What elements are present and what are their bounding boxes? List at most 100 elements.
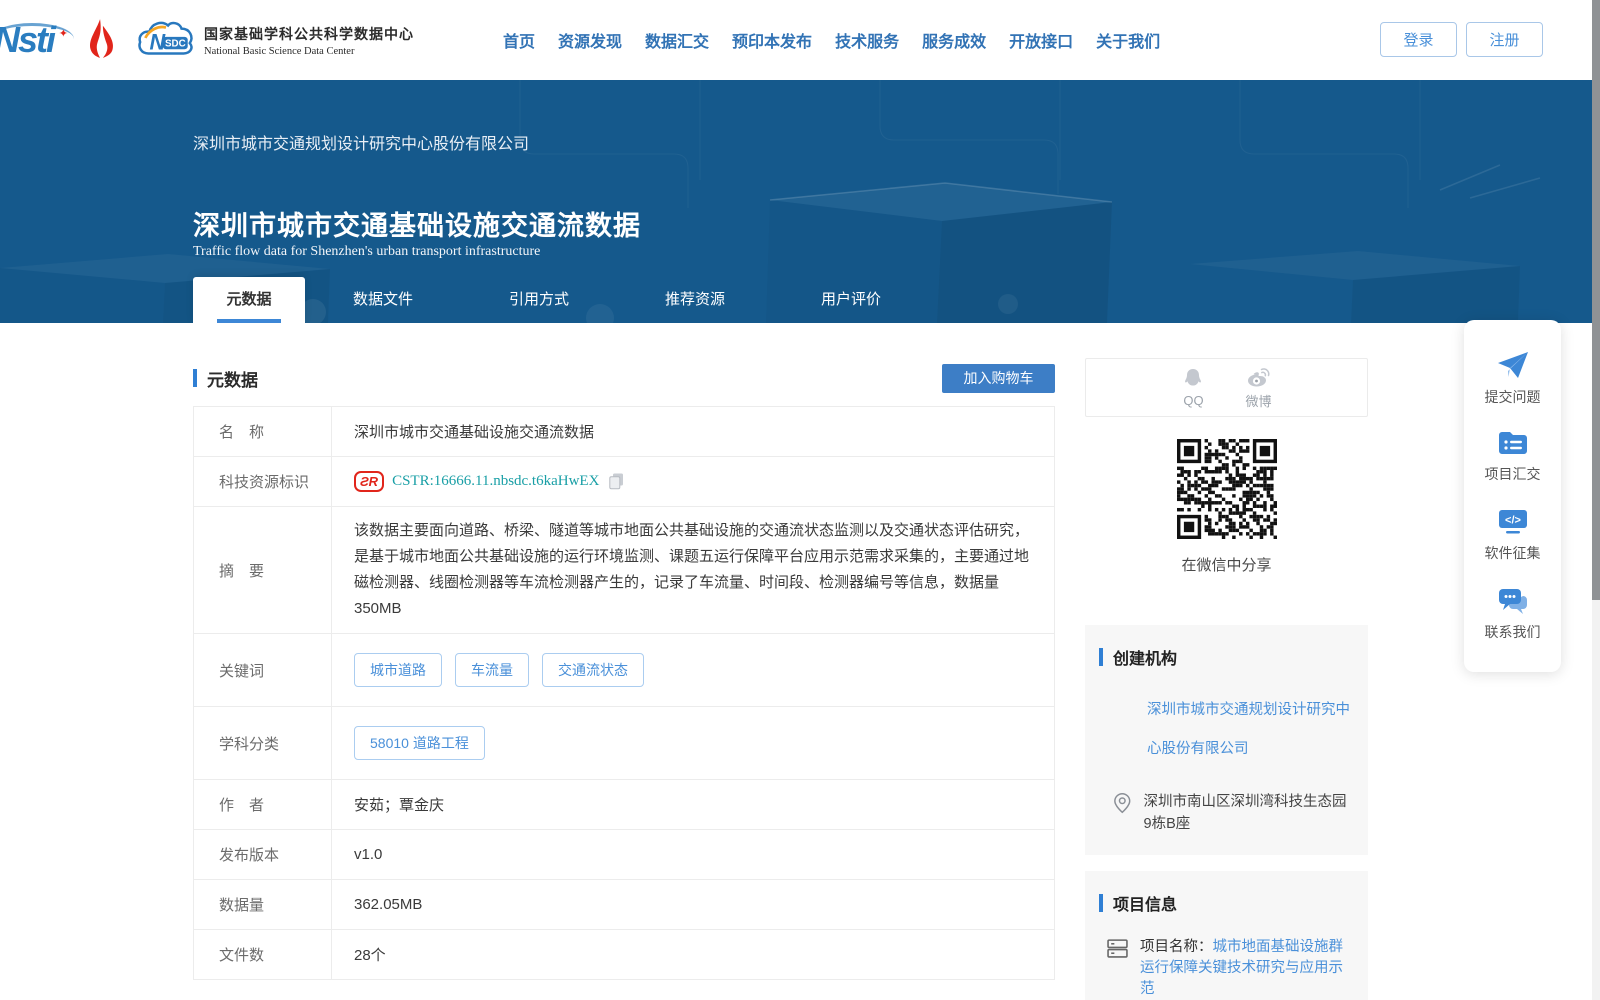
project-section-title: 项目信息 xyxy=(1099,891,1354,915)
wechat-share-tip: 在微信中分享 xyxy=(1181,557,1272,574)
code-monitor-icon: </> xyxy=(1498,510,1527,534)
table-row-author: 作 者 安茹；覃金庆 xyxy=(194,780,1054,830)
filecount-value: 28个 xyxy=(354,947,386,964)
nsdc-cloud-icon: N SDC xyxy=(138,21,193,55)
login-button[interactable]: 登录 xyxy=(1380,22,1457,57)
nsdc-logo: N SDC 国家基础学科公共科学数据中心 National Basic Scie… xyxy=(136,17,414,63)
table-row-keywords: 关键词 城市道路 车流量 交通流状态 xyxy=(194,634,1054,707)
nav-about-us[interactable]: 关于我们 xyxy=(1096,28,1160,52)
software-collection-label: 软件征集 xyxy=(1484,545,1541,561)
keyword-tag[interactable]: 车流量 xyxy=(455,653,529,687)
nsti-spark-icon: ✦ xyxy=(58,28,68,40)
creator-address: 深圳市南山区深圳湾科技生态园9栋B座 xyxy=(1143,794,1347,832)
project-submission-button[interactable]: 项目汇交 xyxy=(1485,431,1541,484)
hero-banner: 深圳市城市交通规划设计研究中心股份有限公司 深圳市城市交通基础设施交通流数据 T… xyxy=(0,80,1600,323)
nav-data-submission[interactable]: 数据汇交 xyxy=(645,28,709,52)
chat-bubbles-icon xyxy=(1498,589,1527,614)
main-content: 元数据 加入购物车 名 称 深圳市城市交通基础设施交通流数据 科技资源标识 ƧR… xyxy=(193,363,1055,1000)
project-info-box: 项目信息 项目名称：城市地面基础设施群运行保障关键技术研究与应用示范 xyxy=(1085,871,1368,1000)
dataset-title: 深圳市城市交通基础设施交通流数据 xyxy=(193,211,641,241)
row-label: 摘 要 xyxy=(194,507,332,633)
section-bar-decor xyxy=(193,369,197,387)
location-pin-icon xyxy=(1114,792,1131,814)
logo-area: Nsti ✦ N SDC 国家基础学科公共科学数据中心 National Bas… xyxy=(0,0,414,80)
table-row-cstr: 科技资源标识 ƧR CSTR:16666.11.nbsdc.t6kaHwEX xyxy=(194,457,1054,507)
cstr-identifier-link[interactable]: CSTR:16666.11.nbsdc.t6kaHwEX xyxy=(392,473,599,490)
project-name-icon xyxy=(1107,939,1128,1000)
banner-organization: 深圳市城市交通规划设计研究中心股份有限公司 xyxy=(193,136,530,153)
nav-resource-discovery[interactable]: 资源发现 xyxy=(558,28,622,52)
nav-open-api[interactable]: 开放接口 xyxy=(1009,28,1073,52)
tab-metadata[interactable]: 元数据 xyxy=(193,277,305,323)
nav-service-results[interactable]: 服务成效 xyxy=(922,28,986,52)
row-value: ƧR CSTR:16666.11.nbsdc.t6kaHwEX xyxy=(332,457,1054,506)
contact-us-button[interactable]: 联系我们 xyxy=(1485,587,1541,642)
scrollbar-thumb[interactable] xyxy=(1592,0,1600,600)
project-name-label: 项目名称： xyxy=(1140,939,1213,955)
table-row-abstract: 摘 要 该数据主要面向道路、桥梁、隧道等城市地面公共基础设施的交通流状态监测以及… xyxy=(194,507,1054,634)
row-label: 文件数 xyxy=(194,930,332,979)
contact-us-label: 联系我们 xyxy=(1484,624,1541,640)
author-value: 安茹；覃金庆 xyxy=(354,797,445,814)
project-title-text: 项目信息 xyxy=(1113,897,1178,914)
tab-recommended[interactable]: 推荐资源 xyxy=(617,277,773,323)
table-row-filecount: 文件数 28个 xyxy=(194,930,1054,980)
table-row-size: 数据量 362.05MB xyxy=(194,880,1054,930)
svg-text:SDC: SDC xyxy=(165,39,186,50)
add-to-cart-button[interactable]: 加入购物车 xyxy=(942,363,1055,393)
keyword-tag[interactable]: 交通流状态 xyxy=(542,653,644,687)
top-header: Nsti ✦ N SDC 国家基础学科公共科学数据中心 National Bas… xyxy=(0,0,1600,80)
nav-home[interactable]: 首页 xyxy=(503,28,535,52)
metadata-title-text: 元数据 xyxy=(207,370,258,390)
nsdc-logo-text: 国家基础学科公共科学数据中心 National Basic Science Da… xyxy=(204,24,414,57)
qq-label: QQ xyxy=(1183,393,1204,408)
section-bar-decor xyxy=(1099,648,1103,666)
main-nav: 首页 资源发现 数据汇交 预印本发布 技术服务 服务成效 开放接口 关于我们 xyxy=(503,0,1160,80)
metadata-table: 名 称 深圳市城市交通基础设施交通流数据 科技资源标识 ƧR CSTR:1666… xyxy=(193,406,1055,980)
tab-bar: 元数据 数据文件 引用方式 推荐资源 用户评价 xyxy=(193,277,929,323)
metadata-section-title: 元数据 xyxy=(193,366,258,391)
red-flame-logo-icon xyxy=(84,16,118,65)
wechat-share-block: 在微信中分享 xyxy=(1085,439,1368,575)
subject-tag[interactable]: 58010 道路工程 xyxy=(354,726,485,760)
creator-org-link[interactable]: 深圳市城市交通规划设计研究中心股份有限公司 xyxy=(1099,691,1354,769)
tab-data-files[interactable]: 数据文件 xyxy=(305,277,461,323)
row-label: 数据量 xyxy=(194,880,332,929)
nsdc-cn-name: 国家基础学科公共科学数据中心 xyxy=(204,25,415,42)
share-qq-button[interactable]: QQ xyxy=(1181,367,1205,408)
project-submission-label: 项目汇交 xyxy=(1484,466,1541,482)
keywords-value: 城市道路 车流量 交通流状态 xyxy=(332,634,1054,706)
abstract-text: 该数据主要面向道路、桥梁、隧道等城市地面公共基础设施的交通流状态监测以及交通状态… xyxy=(354,522,1030,617)
share-weibo-button[interactable]: 微博 xyxy=(1245,365,1272,410)
nsdc-en-name: National Basic Science Data Center xyxy=(204,45,355,57)
dataset-subtitle-en: Traffic flow data for Shenzhen's urban t… xyxy=(193,244,541,259)
weibo-label: 微博 xyxy=(1245,394,1272,409)
section-bar-decor xyxy=(1099,894,1103,912)
table-row-version: 发布版本 v1.0 xyxy=(194,830,1054,880)
nav-preprint[interactable]: 预印本发布 xyxy=(732,28,812,52)
tab-citation[interactable]: 引用方式 xyxy=(461,277,617,323)
floating-action-panel: 提交问题 项目汇交 </> 软件征集 联系我们 xyxy=(1464,320,1561,672)
creator-box: 创建机构 深圳市城市交通规划设计研究中心股份有限公司 深圳市南山区深圳湾科技生态… xyxy=(1085,625,1368,855)
keyword-tag[interactable]: 城市道路 xyxy=(354,653,442,687)
submit-question-button[interactable]: 提交问题 xyxy=(1485,350,1541,407)
qr-code xyxy=(1176,439,1277,539)
copy-icon[interactable] xyxy=(609,473,624,490)
metadata-section-header: 元数据 加入购物车 xyxy=(193,363,1055,393)
row-label: 学科分类 xyxy=(194,707,332,779)
submit-question-label: 提交问题 xyxy=(1484,389,1541,405)
table-row-name: 名 称 深圳市城市交通基础设施交通流数据 xyxy=(194,407,1054,457)
tab-reviews[interactable]: 用户评价 xyxy=(773,277,929,323)
right-sidebar: QQ 微博 在微信中分享 创建机构 深圳市城市交通规划设计研究中心股份有限公司 … xyxy=(1085,358,1368,1000)
software-collection-button[interactable]: </> 软件征集 xyxy=(1485,508,1541,563)
size-value: 362.05MB xyxy=(354,896,423,913)
cstr-logo-icon: ƧR xyxy=(354,471,385,492)
row-label: 作 者 xyxy=(194,780,332,829)
row-label: 名 称 xyxy=(194,407,332,456)
nav-tech-service[interactable]: 技术服务 xyxy=(835,28,899,52)
page: Nsti ✦ N SDC 国家基础学科公共科学数据中心 National Bas… xyxy=(0,0,1600,1000)
row-label: 关键词 xyxy=(194,634,332,706)
register-button[interactable]: 注册 xyxy=(1466,22,1543,57)
creator-section-title: 创建机构 xyxy=(1099,645,1354,669)
page-scrollbar[interactable] xyxy=(1592,0,1600,1000)
